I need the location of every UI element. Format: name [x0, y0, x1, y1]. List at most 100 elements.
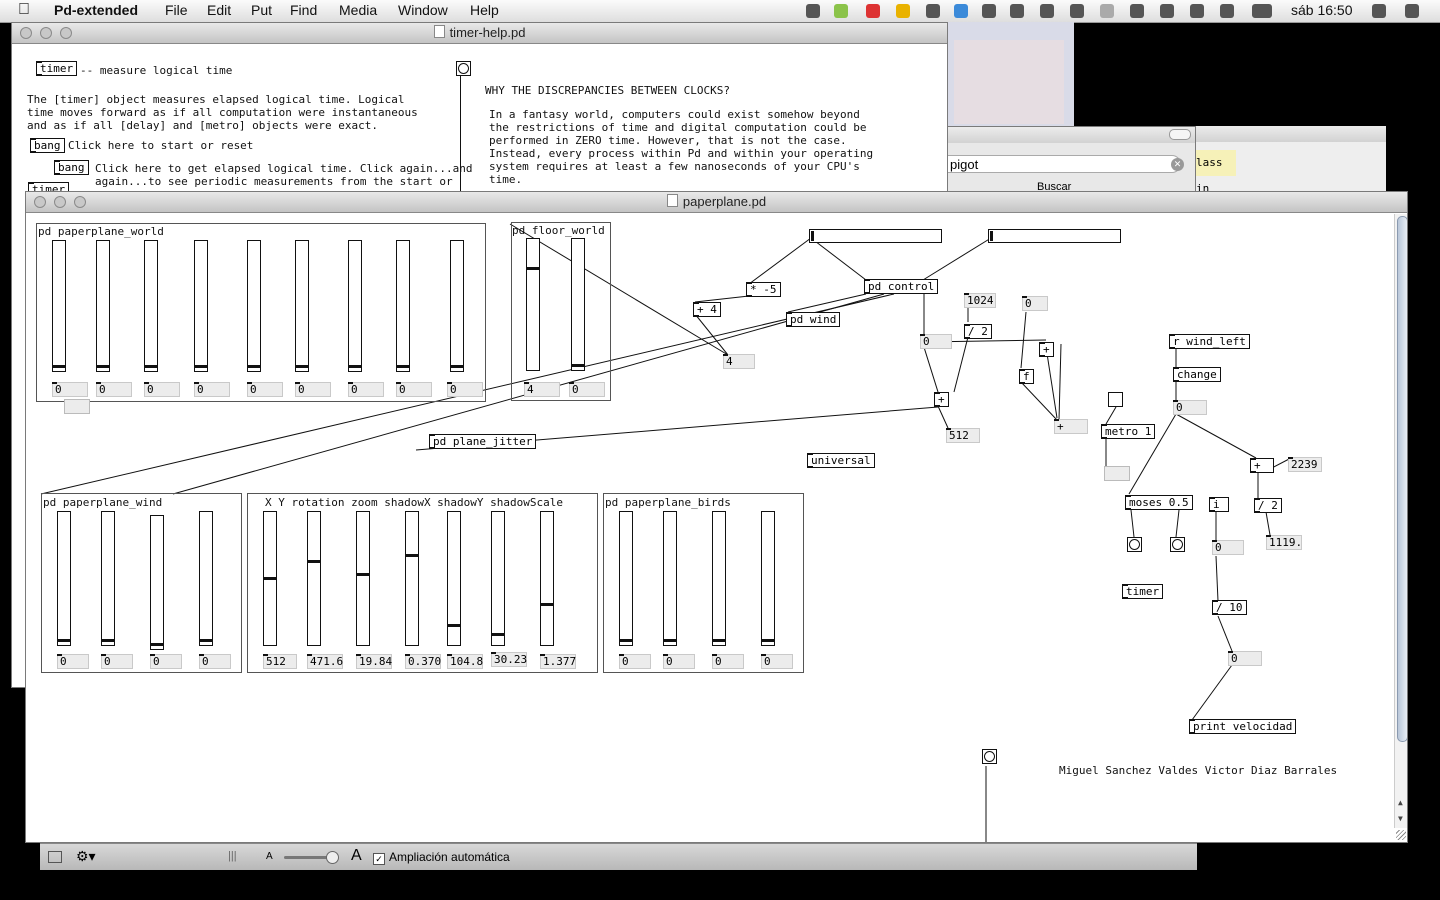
zoom-button[interactable] — [60, 27, 72, 39]
birds-number[interactable]: 0 — [761, 654, 793, 669]
number-1119[interactable]: 1119. — [1266, 535, 1302, 550]
slider-knob[interactable] — [664, 639, 676, 642]
world-slider[interactable] — [52, 240, 66, 372]
obj-divide-2[interactable]: / 2 — [964, 324, 992, 339]
obj-plus-d[interactable]: + — [1250, 458, 1274, 473]
apple-icon[interactable]:  — [18, 1, 30, 19]
number-512[interactable]: 512 — [946, 428, 980, 443]
world-number[interactable]: 0 — [96, 382, 132, 397]
wind-slider[interactable] — [199, 511, 213, 646]
wifi-icon[interactable] — [1070, 4, 1084, 18]
menu-help[interactable]: Help — [470, 2, 499, 18]
slider-knob[interactable] — [357, 573, 369, 576]
slider-knob[interactable] — [406, 554, 418, 557]
android-icon[interactable] — [834, 4, 848, 18]
slider-knob[interactable] — [200, 639, 212, 642]
slider-knob[interactable] — [451, 365, 463, 368]
obj-divide-2-b[interactable]: / 2 — [1254, 498, 1282, 513]
xy-slider[interactable] — [405, 511, 419, 646]
slider-knob[interactable] — [195, 365, 207, 368]
world-number[interactable]: 0 — [144, 382, 180, 397]
battery-icon[interactable] — [1252, 4, 1272, 18]
obj-plus-a[interactable]: + — [934, 392, 949, 407]
obj-plus-4[interactable]: + 4 — [693, 302, 721, 317]
birds-slider[interactable] — [663, 511, 677, 646]
xy-number[interactable]: 30.23 — [491, 652, 527, 667]
action-gear-icon[interactable]: ⚙▾ — [76, 848, 96, 865]
world-number[interactable]: 0 — [447, 382, 483, 397]
symbol-box-right[interactable] — [988, 229, 1121, 243]
obj-timer[interactable]: timer — [1122, 584, 1164, 599]
slider-knob[interactable] — [541, 603, 553, 606]
metro-output-message[interactable] — [1104, 466, 1130, 481]
slider-knob[interactable] — [53, 365, 65, 368]
empty-message-box[interactable] — [64, 399, 90, 414]
slider-knob[interactable] — [308, 560, 320, 563]
world-slider[interactable] — [450, 240, 464, 372]
world-number[interactable]: 0 — [194, 382, 230, 397]
world-slider[interactable] — [396, 240, 410, 372]
slider-knob[interactable] — [296, 365, 308, 368]
number-0-c[interactable]: 0 — [1173, 400, 1207, 415]
world-slider[interactable] — [295, 240, 309, 372]
bang-moses-right[interactable] — [1170, 537, 1185, 552]
toggle-metro[interactable] — [1108, 392, 1123, 407]
world-slider[interactable] — [96, 240, 110, 372]
warning-icon[interactable] — [896, 4, 910, 18]
obj-print-velocidad[interactable]: print velocidad — [1189, 719, 1297, 734]
menu-clock[interactable]: sáb 16:50 — [1291, 2, 1353, 18]
scroll-up-arrow-icon[interactable]: ▲ — [1398, 798, 1403, 807]
xy-slider[interactable] — [263, 511, 277, 646]
wind-number[interactable]: 0 — [150, 654, 182, 669]
bang-moses-left[interactable] — [1127, 537, 1142, 552]
menu-edit[interactable]: Edit — [207, 2, 231, 18]
symbol-box-left[interactable] — [809, 229, 942, 243]
divider-handle[interactable]: ||| — [228, 850, 237, 862]
menu-app-name[interactable]: Pd-extended — [54, 2, 138, 18]
xy-number[interactable]: 1.377 — [540, 654, 576, 669]
xy-number[interactable]: 512 — [263, 654, 297, 669]
wind-slider[interactable] — [57, 511, 71, 646]
robot-icon[interactable] — [806, 4, 820, 18]
menu-window[interactable]: Window — [398, 2, 448, 18]
number-0-e[interactable]: 0 — [1228, 651, 1262, 666]
minimize-button[interactable] — [40, 27, 52, 39]
number-0-a[interactable]: 0 — [1022, 296, 1048, 311]
obj-pd-control[interactable]: pd control — [864, 279, 939, 294]
menu-put[interactable]: Put — [251, 2, 272, 18]
input-source-icon[interactable] — [1220, 4, 1234, 18]
menu-media[interactable]: Media — [339, 2, 377, 18]
xy-slider[interactable] — [447, 511, 461, 646]
vertical-scrollbar[interactable]: ▲ ▼ — [1394, 214, 1407, 828]
xy-number[interactable]: 104.8 — [447, 654, 483, 669]
clear-search-icon[interactable]: ✕ — [1171, 158, 1184, 171]
volume-icon[interactable] — [1190, 4, 1204, 18]
search-toggle-button[interactable] — [1169, 129, 1191, 140]
obj-int[interactable]: i — [1209, 497, 1229, 512]
birds-number[interactable]: 0 — [712, 654, 744, 669]
number-4[interactable]: 4 — [723, 354, 755, 369]
obj-divide-10[interactable]: / 10 — [1212, 600, 1247, 615]
wind-number[interactable]: 0 — [57, 654, 89, 669]
wind-number[interactable]: 0 — [101, 654, 133, 669]
user-icon[interactable] — [1372, 4, 1386, 18]
menu-file[interactable]: File — [165, 2, 188, 18]
close-button[interactable] — [20, 27, 32, 39]
obj-metro-1[interactable]: metro 1 — [1101, 424, 1156, 439]
msg-bang-get[interactable]: bang — [54, 160, 89, 175]
wind-slider[interactable] — [101, 511, 115, 646]
floor-slider[interactable] — [526, 238, 540, 371]
slider-knob[interactable] — [145, 365, 157, 368]
birds-slider[interactable] — [712, 511, 726, 646]
floor-number[interactable]: 4 — [524, 382, 560, 397]
slider-knob[interactable] — [397, 365, 409, 368]
xy-number[interactable]: 0.370 — [405, 654, 441, 669]
world-slider[interactable] — [144, 240, 158, 372]
help-bang[interactable] — [456, 61, 471, 76]
slider-knob[interactable] — [620, 639, 632, 642]
floor-number[interactable]: 0 — [569, 382, 605, 397]
birds-slider[interactable] — [619, 511, 633, 646]
scrollbar-thumb[interactable] — [1397, 216, 1407, 742]
slider-knob[interactable] — [713, 639, 725, 642]
xy-number[interactable]: 471.6 — [307, 654, 343, 669]
